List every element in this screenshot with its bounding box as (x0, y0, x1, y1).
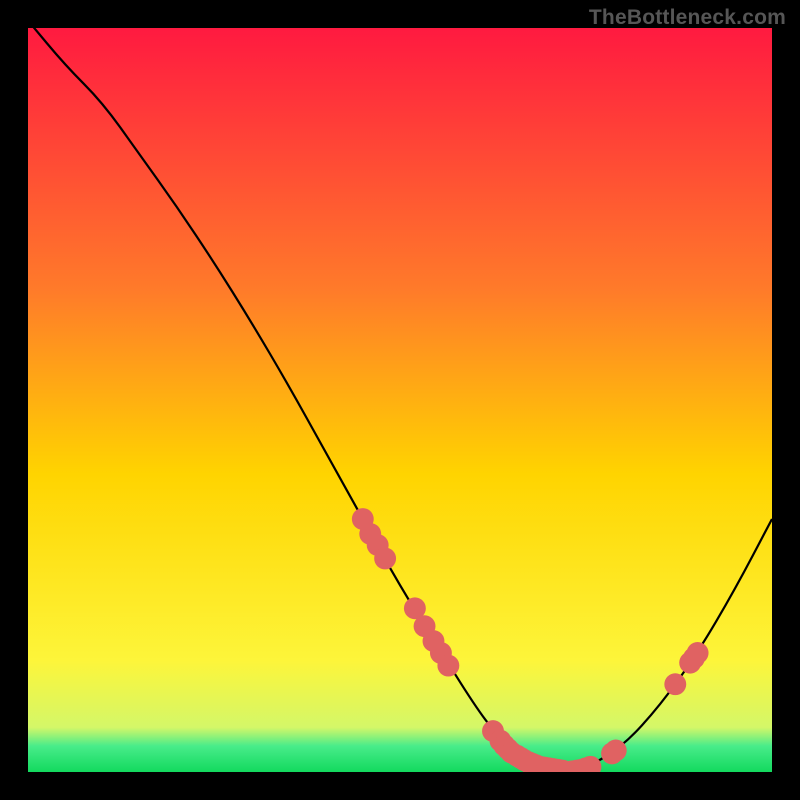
curve-marker (437, 655, 459, 677)
curve-marker (605, 739, 627, 761)
chart-svg (28, 28, 772, 772)
chart-background (28, 28, 772, 772)
curve-marker (687, 642, 709, 664)
curve-marker (374, 548, 396, 570)
curve-marker (664, 673, 686, 695)
chart-panel (28, 28, 772, 772)
watermark-label: TheBottleneck.com (589, 6, 786, 30)
